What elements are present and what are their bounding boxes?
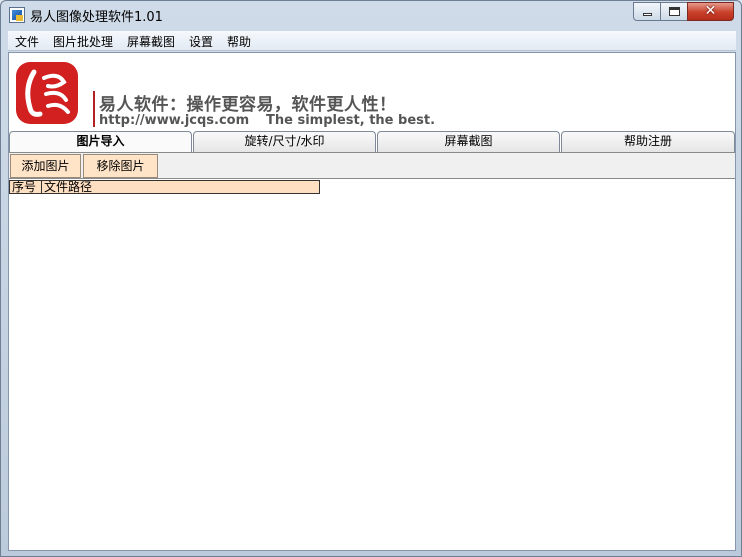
tab-screenshot[interactable]: 屏幕截图 — [377, 131, 560, 152]
tab-help-register[interactable]: 帮助注册 — [561, 131, 735, 152]
column-header-file-path[interactable]: 文件路径 — [41, 180, 320, 194]
tab-image-import[interactable]: 图片导入 — [9, 131, 192, 152]
menu-settings[interactable]: 设置 — [187, 33, 215, 50]
website-link: http://www.jcqs.com — [99, 113, 250, 128]
menu-help[interactable]: 帮助 — [225, 33, 253, 50]
logo-seal-icon — [16, 62, 78, 124]
minimize-button[interactable] — [633, 2, 661, 21]
tab-strip: 图片导入 旋转/尺寸/水印 屏幕截图 帮助注册 — [9, 131, 735, 152]
add-image-button[interactable]: 添加图片 — [10, 154, 81, 178]
tab-rotate-size-watermark[interactable]: 旋转/尺寸/水印 — [193, 131, 376, 152]
app-icon[interactable] — [9, 7, 25, 23]
banner: 易人软件：操作更容易，软件更人性！ http://www.jcqs.com Th… — [9, 53, 735, 131]
maximize-icon — [669, 7, 680, 16]
menu-file[interactable]: 文件 — [13, 33, 41, 50]
menu-screenshot[interactable]: 屏幕截图 — [125, 33, 177, 50]
window-title: 易人图像处理软件1.01 — [30, 10, 163, 25]
close-icon: ✕ — [704, 3, 717, 19]
banner-divider — [93, 91, 95, 127]
app-window: 易人图像处理软件1.01 ✕ 文件 图片批处理 屏幕截图 设置 帮助 易人软件：… — [0, 0, 742, 557]
main-panel: 易人软件：操作更容易，软件更人性！ http://www.jcqs.com Th… — [8, 52, 736, 551]
minimize-icon — [643, 13, 652, 16]
column-header-index[interactable]: 序号 — [9, 180, 42, 194]
remove-image-button[interactable]: 移除图片 — [83, 154, 158, 178]
menu-bar: 文件 图片批处理 屏幕截图 设置 帮助 — [8, 31, 736, 51]
title-bar[interactable]: 易人图像处理软件1.01 ✕ — [1, 1, 741, 29]
close-button[interactable]: ✕ — [687, 2, 734, 21]
banner-tagline: The simplest, the best. — [266, 113, 436, 128]
maximize-button[interactable] — [660, 2, 688, 21]
toolbar: 添加图片 移除图片 — [9, 152, 735, 179]
file-list-table[interactable]: 序号 文件路径 — [9, 180, 320, 194]
banner-slogan: 易人软件：操作更容易，软件更人性！ — [99, 95, 397, 115]
menu-batch-process[interactable]: 图片批处理 — [51, 33, 115, 50]
